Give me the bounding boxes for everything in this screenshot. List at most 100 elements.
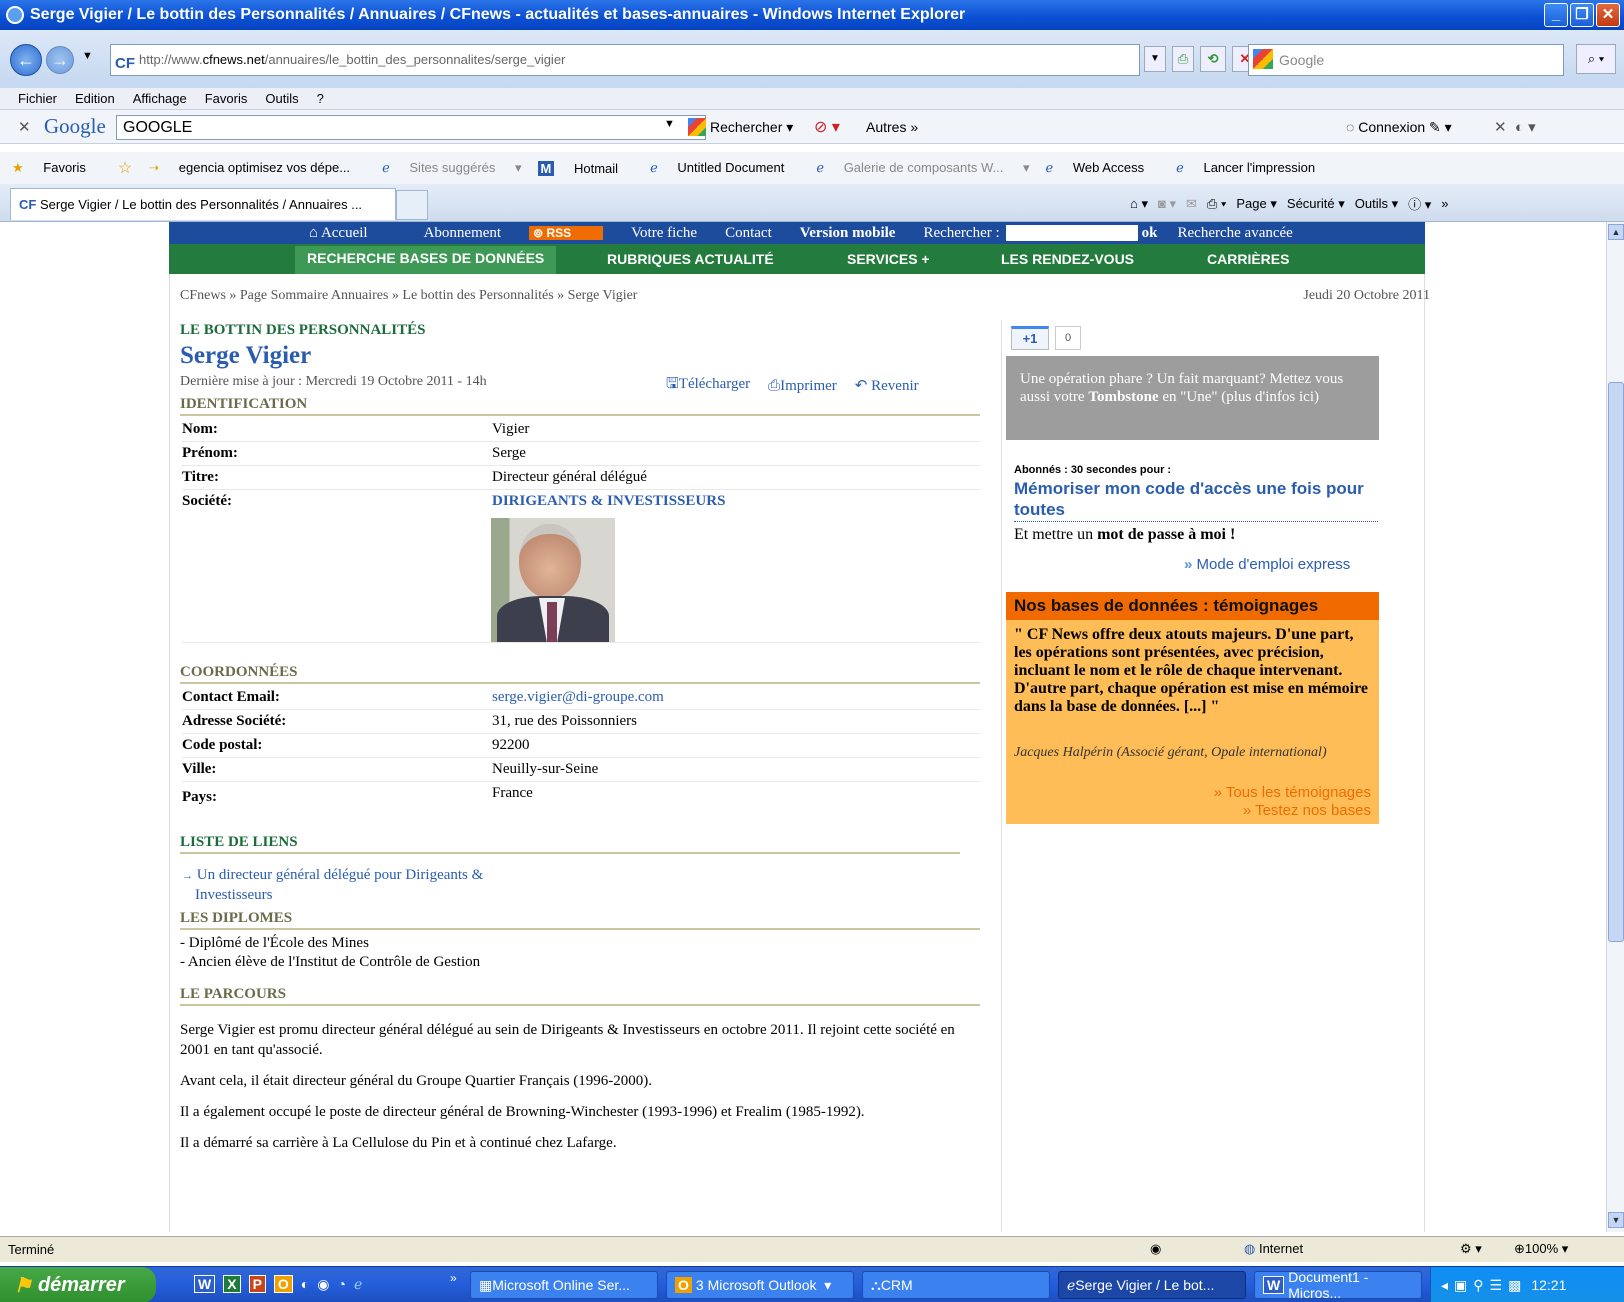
zoom-control[interactable]: ⊕100% ▾ — [1514, 1241, 1568, 1257]
back-link[interactable]: ↶ Revenir — [855, 376, 919, 395]
messenger-icon[interactable]: ◐ — [301, 1276, 309, 1292]
menu-edition[interactable]: Edition — [75, 91, 115, 106]
toolbar-options-icon[interactable]: ✕ ◐ ▾ — [1494, 118, 1536, 136]
task-crm[interactable]: ⛬ CRM — [862, 1271, 1050, 1299]
google-search-button[interactable]: Rechercher ▾ — [688, 118, 793, 136]
mode-emploi-link[interactable]: » Mode d'emploi express — [1184, 556, 1350, 573]
home-icon[interactable]: ⌂ ▾ — [1130, 196, 1148, 212]
google-toolbar-input[interactable]: GOOGLE — [116, 115, 706, 140]
overflow-icon[interactable]: » — [1441, 196, 1448, 211]
google-plus-one[interactable]: +1 0 — [1011, 326, 1081, 350]
nav-rss[interactable]: ⊚ RSS — [529, 226, 604, 240]
add-favorite-icon[interactable]: ☆ — [118, 158, 132, 178]
tray-vpn-icon[interactable]: ▩ — [1508, 1277, 1521, 1294]
nav-abonnement[interactable]: Abonnement — [424, 225, 501, 242]
nav-carrieres[interactable]: CARRIÈRES — [1207, 251, 1289, 267]
close-button[interactable]: ✕ — [1596, 3, 1620, 27]
help-icon[interactable]: ⓘ ▾ — [1408, 194, 1431, 213]
mail-icon[interactable]: ✉ — [1186, 196, 1197, 212]
nav-services[interactable]: SERVICES + — [847, 251, 930, 267]
taskbar-overflow-icon[interactable]: » — [450, 1271, 457, 1285]
company-link[interactable]: DIRIGEANTS & INVESTISSEURS — [492, 493, 725, 510]
scroll-down-icon[interactable]: ▼ — [1608, 1212, 1624, 1228]
menu-help[interactable]: ? — [317, 91, 324, 106]
all-testimonials-link[interactable]: » Tous les témoignages — [1214, 784, 1371, 802]
privacy-icon[interactable]: ◉ — [1150, 1241, 1161, 1257]
history-dropdown-icon[interactable]: ▼ — [82, 50, 93, 62]
ie-icon[interactable]: ℯ — [354, 1276, 362, 1293]
fav-print[interactable]: ℯ Lancer l'impression — [1176, 160, 1331, 176]
fav-web-access[interactable]: ℯ Web Access — [1046, 160, 1161, 176]
start-button[interactable]: ⚑ démarrer — [0, 1267, 156, 1302]
toolbar-close-icon[interactable]: ✕ — [18, 118, 31, 136]
memoriser-link[interactable]: Mémoriser mon code d'accès une fois pour… — [1014, 478, 1378, 522]
print-button[interactable]: ⎙Imprimer — [768, 377, 837, 395]
task-outlook[interactable]: O3 Microsoft Outlook ▾ — [666, 1271, 854, 1299]
fav-untitled[interactable]: ℯ Untitled Document — [650, 160, 800, 176]
back-button[interactable]: ← — [10, 44, 42, 76]
google-more-button[interactable]: Autres » — [866, 119, 918, 135]
scroll-up-icon[interactable]: ▲ — [1608, 224, 1624, 240]
nav-contact[interactable]: Contact — [725, 225, 772, 242]
page-menu[interactable]: Page ▾ — [1236, 196, 1277, 212]
refresh-icon[interactable]: ⟲ — [1200, 46, 1226, 72]
feeds-icon[interactable]: ◙ ▾ — [1158, 196, 1176, 212]
show-desktop-icon[interactable]: ◔ — [337, 1276, 345, 1292]
powerpoint-icon[interactable]: P — [248, 1275, 266, 1293]
media-icon[interactable]: ◉ — [317, 1276, 329, 1293]
menu-fichier[interactable]: Fichier — [18, 91, 57, 106]
fav-suggested-sites[interactable]: ℯ Sites suggérés ▾ — [382, 160, 521, 176]
nav-rendez-vous[interactable]: LES RENDEZ-VOUS — [1001, 251, 1134, 267]
new-tab-button[interactable] — [396, 190, 428, 220]
nav-votre-fiche[interactable]: Votre fiche — [631, 225, 697, 242]
tray-outlook-icon[interactable]: ▣ — [1454, 1277, 1467, 1294]
tools-menu[interactable]: Outils ▾ — [1355, 196, 1398, 212]
email-link[interactable]: serge.vigier@di-groupe.com — [492, 689, 664, 706]
protected-mode-icon[interactable]: ⚙ ▾ — [1460, 1241, 1482, 1257]
vertical-scrollbar[interactable]: ▲ ▼ — [1606, 222, 1624, 1232]
tombstone-box[interactable]: Une opération phare ? Un fait marquant? … — [1006, 356, 1379, 440]
fav-egencia[interactable]: ➝ egencia optimisez vos dépe... — [148, 160, 366, 176]
excel-icon[interactable]: X — [223, 1275, 241, 1293]
task-online-services[interactable]: ▦ Microsoft Online Ser... — [470, 1271, 658, 1299]
task-word-doc[interactable]: W Document1 - Micros... — [1254, 1269, 1422, 1301]
search-go-icon[interactable]: ⌕ ▾ — [1576, 44, 1616, 74]
download-button[interactable]: 🖫Télécharger — [666, 373, 750, 398]
google-input-dropdown-icon[interactable]: ▼ — [664, 118, 675, 130]
address-input[interactable]: CF http://www.cfnews.net/annuaires/le_bo… — [110, 44, 1140, 76]
fav-hotmail[interactable]: M Hotmail — [537, 160, 635, 176]
restore-button[interactable]: ❐ — [1570, 3, 1594, 27]
site-search-input[interactable] — [1005, 225, 1138, 241]
tab-serge-vigier[interactable]: CF Serge Vigier / Le bottin des Personna… — [10, 188, 396, 220]
nav-accueil[interactable]: ⌂ Accueil — [309, 225, 396, 242]
popup-blocker-icon[interactable]: ⊘ ▾ — [814, 117, 840, 137]
breadcrumb[interactable]: CFnews » Page Sommaire Annuaires » Le bo… — [180, 288, 637, 304]
fav-galerie[interactable]: ℯ Galerie de composants W... ▾ — [816, 160, 1029, 176]
print-icon[interactable]: ⎙ ▾ — [1207, 196, 1226, 212]
outlook-icon[interactable]: O — [273, 1275, 293, 1293]
nav-recherche-bdd[interactable]: RECHERCHE BASES DE DONNÉES — [295, 246, 557, 274]
window-titlebar[interactable]: Serge Vigier / Le bottin des Personnalit… — [0, 0, 1624, 30]
address-dropdown-icon[interactable]: ▼ — [1144, 46, 1166, 72]
forward-button[interactable]: → — [46, 46, 74, 74]
site-search-ok-button[interactable]: ok — [1142, 225, 1158, 242]
tray-arrow-icon[interactable]: ◂ — [1441, 1277, 1448, 1294]
plus-one-button[interactable]: +1 — [1011, 326, 1049, 350]
search-input[interactable]: Google — [1248, 44, 1564, 76]
favorites-button[interactable]: ★ Favoris — [12, 160, 102, 176]
word-icon[interactable]: W — [194, 1275, 216, 1293]
menu-favoris[interactable]: Favoris — [205, 91, 248, 106]
menu-affichage[interactable]: Affichage — [133, 91, 187, 106]
nav-rubriques[interactable]: RUBRIQUES ACTUALITÉ — [607, 251, 774, 267]
tray-search-icon[interactable]: ⚲ — [1473, 1277, 1483, 1294]
security-menu[interactable]: Sécurité ▾ — [1287, 196, 1345, 212]
scroll-thumb[interactable] — [1608, 382, 1624, 942]
test-bases-link[interactable]: » Testez nos bases — [1214, 802, 1371, 820]
menu-outils[interactable]: Outils — [265, 91, 298, 106]
tray-network-icon[interactable]: ☰ — [1490, 1277, 1503, 1294]
minimize-button[interactable]: _ — [1544, 3, 1568, 27]
related-link[interactable]: → Un directeur général délégué pour Diri… — [182, 866, 483, 905]
nav-version-mobile[interactable]: Version mobile — [800, 225, 896, 242]
nav-advanced-search[interactable]: Recherche avancée — [1178, 225, 1293, 242]
task-ie-active[interactable]: ℯ Serge Vigier / Le bot... — [1058, 1271, 1246, 1299]
